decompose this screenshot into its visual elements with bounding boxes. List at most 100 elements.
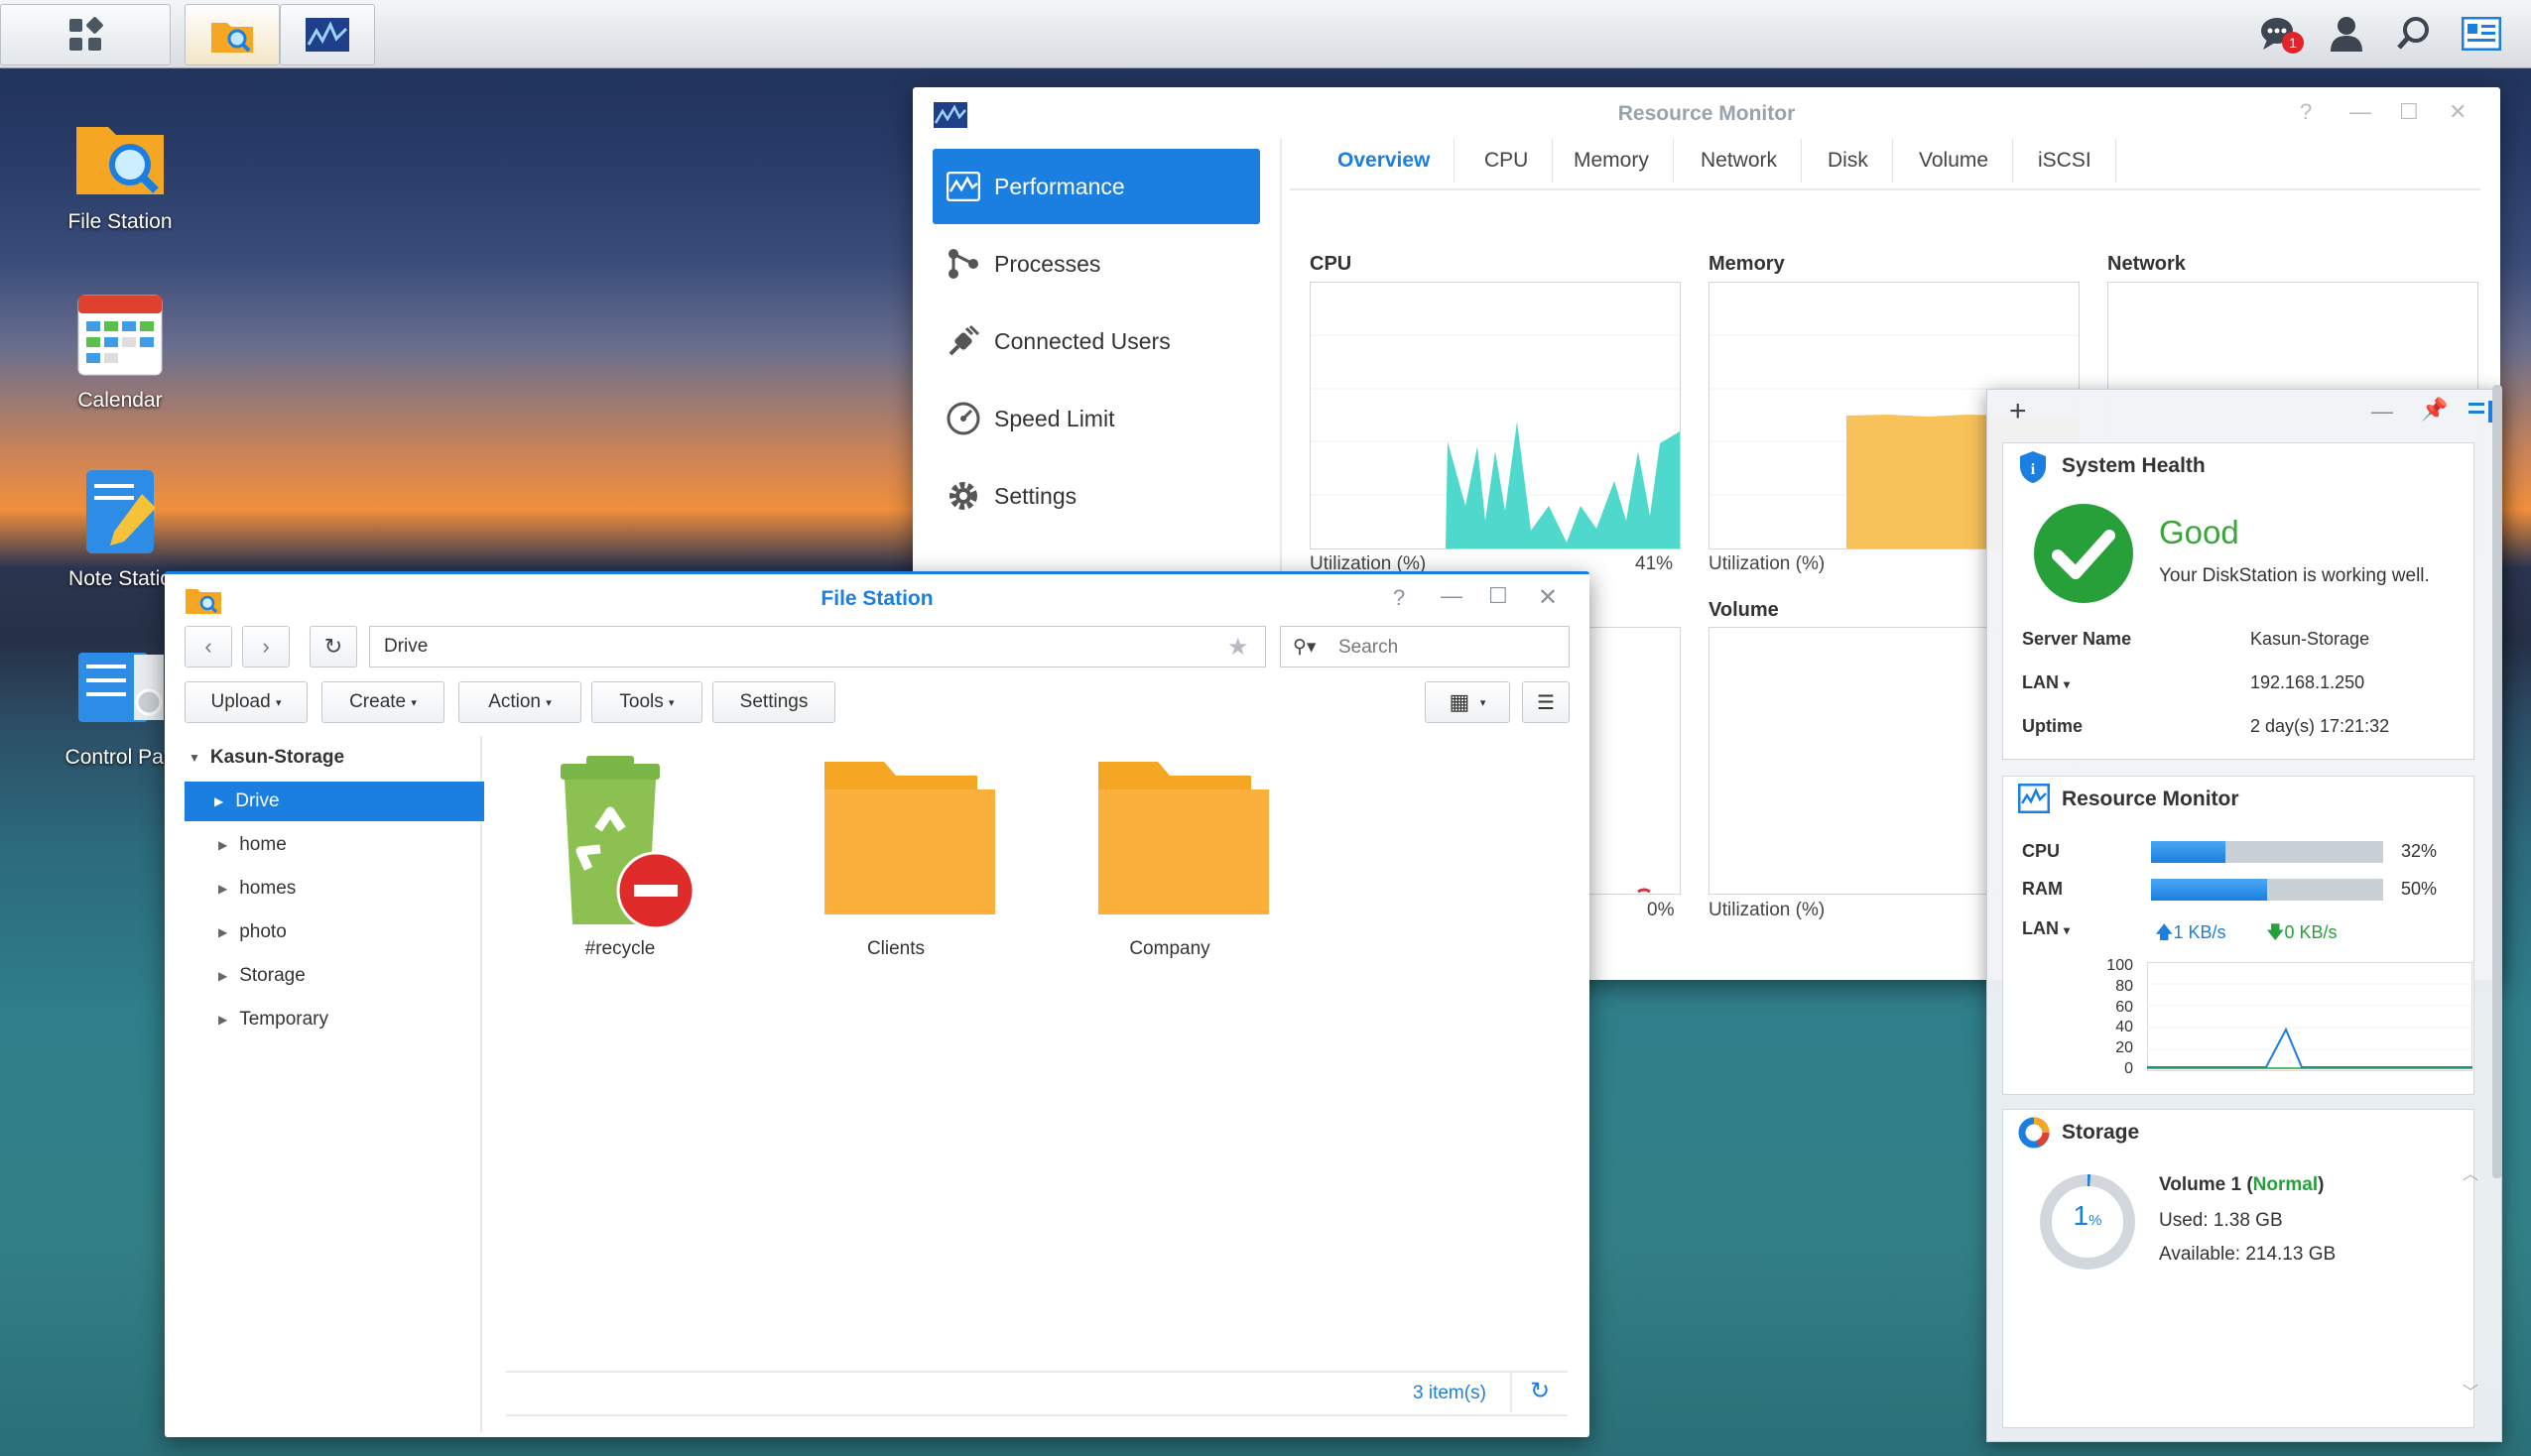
caret-right-icon: ▶ xyxy=(218,925,228,939)
search-button[interactable] xyxy=(2389,10,2439,58)
tab-overview[interactable]: Overview xyxy=(1314,139,1455,182)
tab-disk[interactable]: Disk xyxy=(1804,139,1893,182)
tick-label: 100 xyxy=(2106,957,2133,974)
minimize-button[interactable]: — xyxy=(1441,583,1462,609)
file-item-company[interactable]: Company xyxy=(1056,750,1284,960)
back-button[interactable]: ‹ xyxy=(185,626,232,667)
user-button[interactable] xyxy=(2322,10,2371,58)
refresh-button[interactable]: ↻ xyxy=(310,626,357,667)
widgets-button[interactable] xyxy=(2457,10,2506,58)
download-rate: 🡇0 KB/s xyxy=(2266,922,2338,942)
tab-iscsi[interactable]: iSCSI xyxy=(2014,139,2116,182)
note-station-icon xyxy=(72,464,168,559)
system-health-title: System Health xyxy=(2062,454,2206,477)
resource-monitor-title-icon xyxy=(933,101,968,134)
tab-network[interactable]: Network xyxy=(1677,139,1803,182)
cpu-util-value: 41% xyxy=(1635,553,1674,574)
tree-item-home[interactable]: ▶ home xyxy=(218,825,287,865)
settings-button[interactable]: Settings xyxy=(712,681,835,723)
resource-monitor-icon xyxy=(306,18,349,52)
memory-panel-label: Memory xyxy=(1708,253,1785,275)
upload-button[interactable]: Upload ▾ xyxy=(185,681,308,723)
close-button[interactable]: ✕ xyxy=(2449,99,2467,125)
tree-item-photo[interactable]: ▶ photo xyxy=(218,912,287,952)
add-widget-button[interactable]: + xyxy=(2009,395,2027,428)
path-text: Drive xyxy=(384,636,429,657)
tab-cpu[interactable]: CPU xyxy=(1460,139,1554,182)
cpu-panel-label: CPU xyxy=(1310,253,1352,275)
tab-volume[interactable]: Volume xyxy=(1895,139,2014,182)
lan-dropdown[interactable]: LAN ▾ xyxy=(2022,672,2070,693)
help-button[interactable]: ? xyxy=(1393,585,1405,611)
caret-right-icon: ▶ xyxy=(218,882,228,896)
chevron-down-icon[interactable]: ﹀ xyxy=(2463,1379,2478,1402)
collapse-icon xyxy=(2468,401,2492,423)
tick-label: 40 xyxy=(2115,1019,2133,1036)
maximize-button[interactable]: ☐ xyxy=(1488,583,1508,609)
file-station-icon xyxy=(186,589,221,614)
performance-icon xyxy=(945,168,982,205)
status-refresh-icon[interactable]: ↻ xyxy=(1530,1377,1550,1405)
storage-used: Used: 1.38 GB xyxy=(2159,1210,2283,1231)
caret-right-icon: ▶ xyxy=(218,838,228,852)
taskbar-resource-monitor[interactable] xyxy=(280,4,375,65)
main-menu-button[interactable] xyxy=(0,4,171,65)
memory-util-label: Utilization (%) xyxy=(1708,553,1826,574)
close-button[interactable]: ✕ xyxy=(1538,583,1558,612)
lan-ip-value: 192.168.1.250 xyxy=(2250,672,2365,692)
search-icon: ⚲▾ xyxy=(1293,637,1317,658)
status-separator xyxy=(1510,1373,1512,1412)
chevron-up-icon[interactable]: ︿ xyxy=(2463,1160,2478,1184)
path-field[interactable]: Drive ★ xyxy=(369,626,1266,667)
sidebar-item-settings[interactable]: Settings xyxy=(933,458,1260,534)
sidebar-item-speed-limit[interactable]: Speed Limit xyxy=(933,381,1260,456)
star-icon[interactable]: ★ xyxy=(1227,633,1249,662)
taskbar-file-station[interactable] xyxy=(185,4,280,65)
resource-monitor-widget-icon xyxy=(2017,783,2051,818)
file-name: #recycle xyxy=(584,938,656,959)
desktop-icon-calendar[interactable]: Calendar xyxy=(41,286,199,413)
widget-panel-collapse-button[interactable] xyxy=(2468,401,2492,427)
caret-right-icon: ▶ xyxy=(218,969,228,983)
forward-button[interactable]: › xyxy=(242,626,290,667)
action-button[interactable]: Action ▾ xyxy=(458,681,581,723)
widget-panel-scrollbar[interactable] xyxy=(2492,385,2502,1178)
tree-item-drive[interactable]: ▶ Drive xyxy=(185,782,484,821)
chevron-down-icon: ▾ xyxy=(275,696,282,709)
file-item-recycle[interactable]: #recycle xyxy=(506,750,734,960)
tree-item-homes[interactable]: ▶ homes xyxy=(218,869,296,909)
minimize-button[interactable]: — xyxy=(2349,99,2371,125)
pin-icon[interactable]: 📌 xyxy=(2421,397,2448,423)
tree-item-storage[interactable]: ▶ Storage xyxy=(218,956,306,996)
chevron-down-icon: ▾ xyxy=(669,696,675,709)
sidebar-item-label: Performance xyxy=(994,173,1125,199)
tree-item-temporary[interactable]: ▶ Temporary xyxy=(218,1000,328,1039)
ram-bar xyxy=(2151,879,2383,901)
tree-root[interactable]: ▼ Kasun-Storage xyxy=(189,738,344,778)
tick-label: 80 xyxy=(2115,977,2133,995)
sort-button[interactable]: ☰ xyxy=(1522,681,1570,723)
search-field[interactable]: ⚲▾ Search xyxy=(1280,626,1570,667)
view-mode-button[interactable]: ▦ ▾ xyxy=(1425,681,1510,723)
widget-minimize-button[interactable]: — xyxy=(2371,399,2393,425)
tab-memory[interactable]: Memory xyxy=(1550,139,1674,182)
plug-icon xyxy=(945,322,982,360)
file-station-icon xyxy=(72,107,168,202)
notifications-button[interactable]: 1 xyxy=(2254,10,2304,58)
sidebar-item-processes[interactable]: Processes xyxy=(933,226,1260,302)
cpu-bar xyxy=(2151,841,2383,863)
desktop-icon-file-station[interactable]: File Station xyxy=(41,107,199,234)
arrow-up-icon: 🡅 xyxy=(2155,922,2174,942)
file-item-clients[interactable]: Clients xyxy=(782,750,1010,960)
upload-rate: 🡅1 KB/s xyxy=(2155,922,2226,942)
sidebar-item-connected-users[interactable]: Connected Users xyxy=(933,303,1260,379)
sidebar-item-performance[interactable]: Performance xyxy=(933,149,1260,224)
sidebar-item-label: Speed Limit xyxy=(994,405,1115,431)
cpu-value: 32% xyxy=(2401,841,2438,861)
tools-button[interactable]: Tools ▾ xyxy=(591,681,702,723)
create-button[interactable]: Create ▾ xyxy=(321,681,444,723)
lan-traffic-dropdown[interactable]: LAN ▾ xyxy=(2022,918,2070,939)
help-button[interactable]: ? xyxy=(2300,99,2312,125)
maximize-button[interactable]: ☐ xyxy=(2399,99,2419,125)
lan-label: LAN xyxy=(2022,918,2059,938)
